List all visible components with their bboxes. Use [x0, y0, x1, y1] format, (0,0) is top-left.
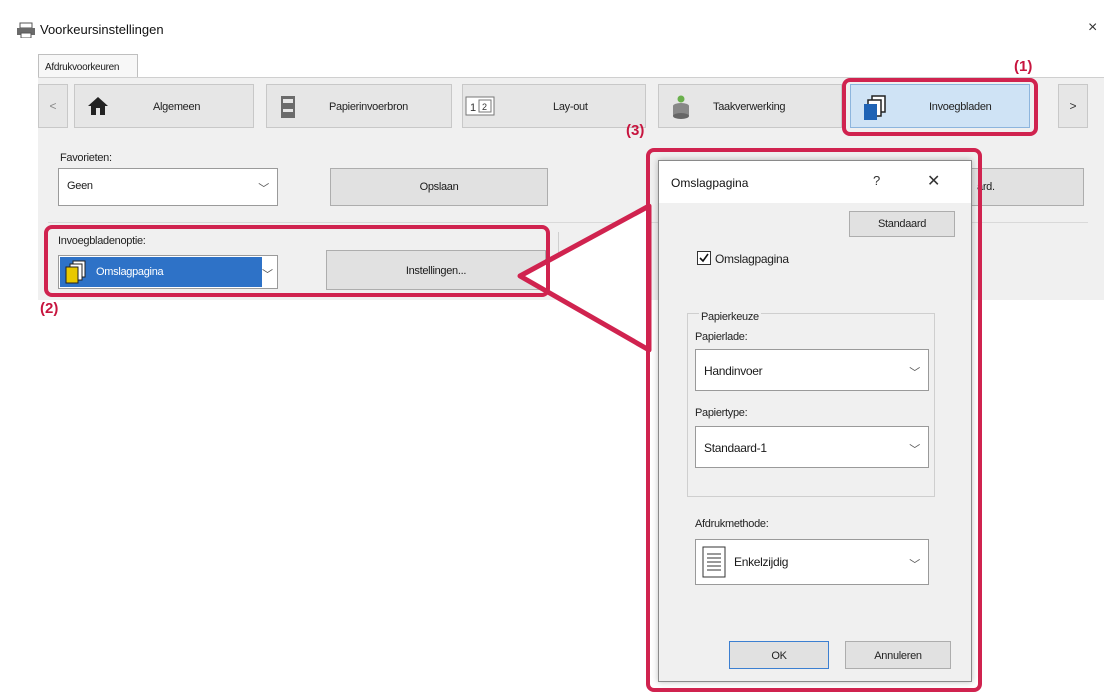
annotation-3: (3) [626, 122, 645, 139]
highlight-inserts-tab [842, 78, 1038, 136]
highlight-dialog [646, 148, 982, 692]
annotation-2: (2) [40, 300, 59, 317]
annotation-1: (1) [1014, 58, 1033, 75]
highlight-inserts-option [44, 225, 550, 297]
